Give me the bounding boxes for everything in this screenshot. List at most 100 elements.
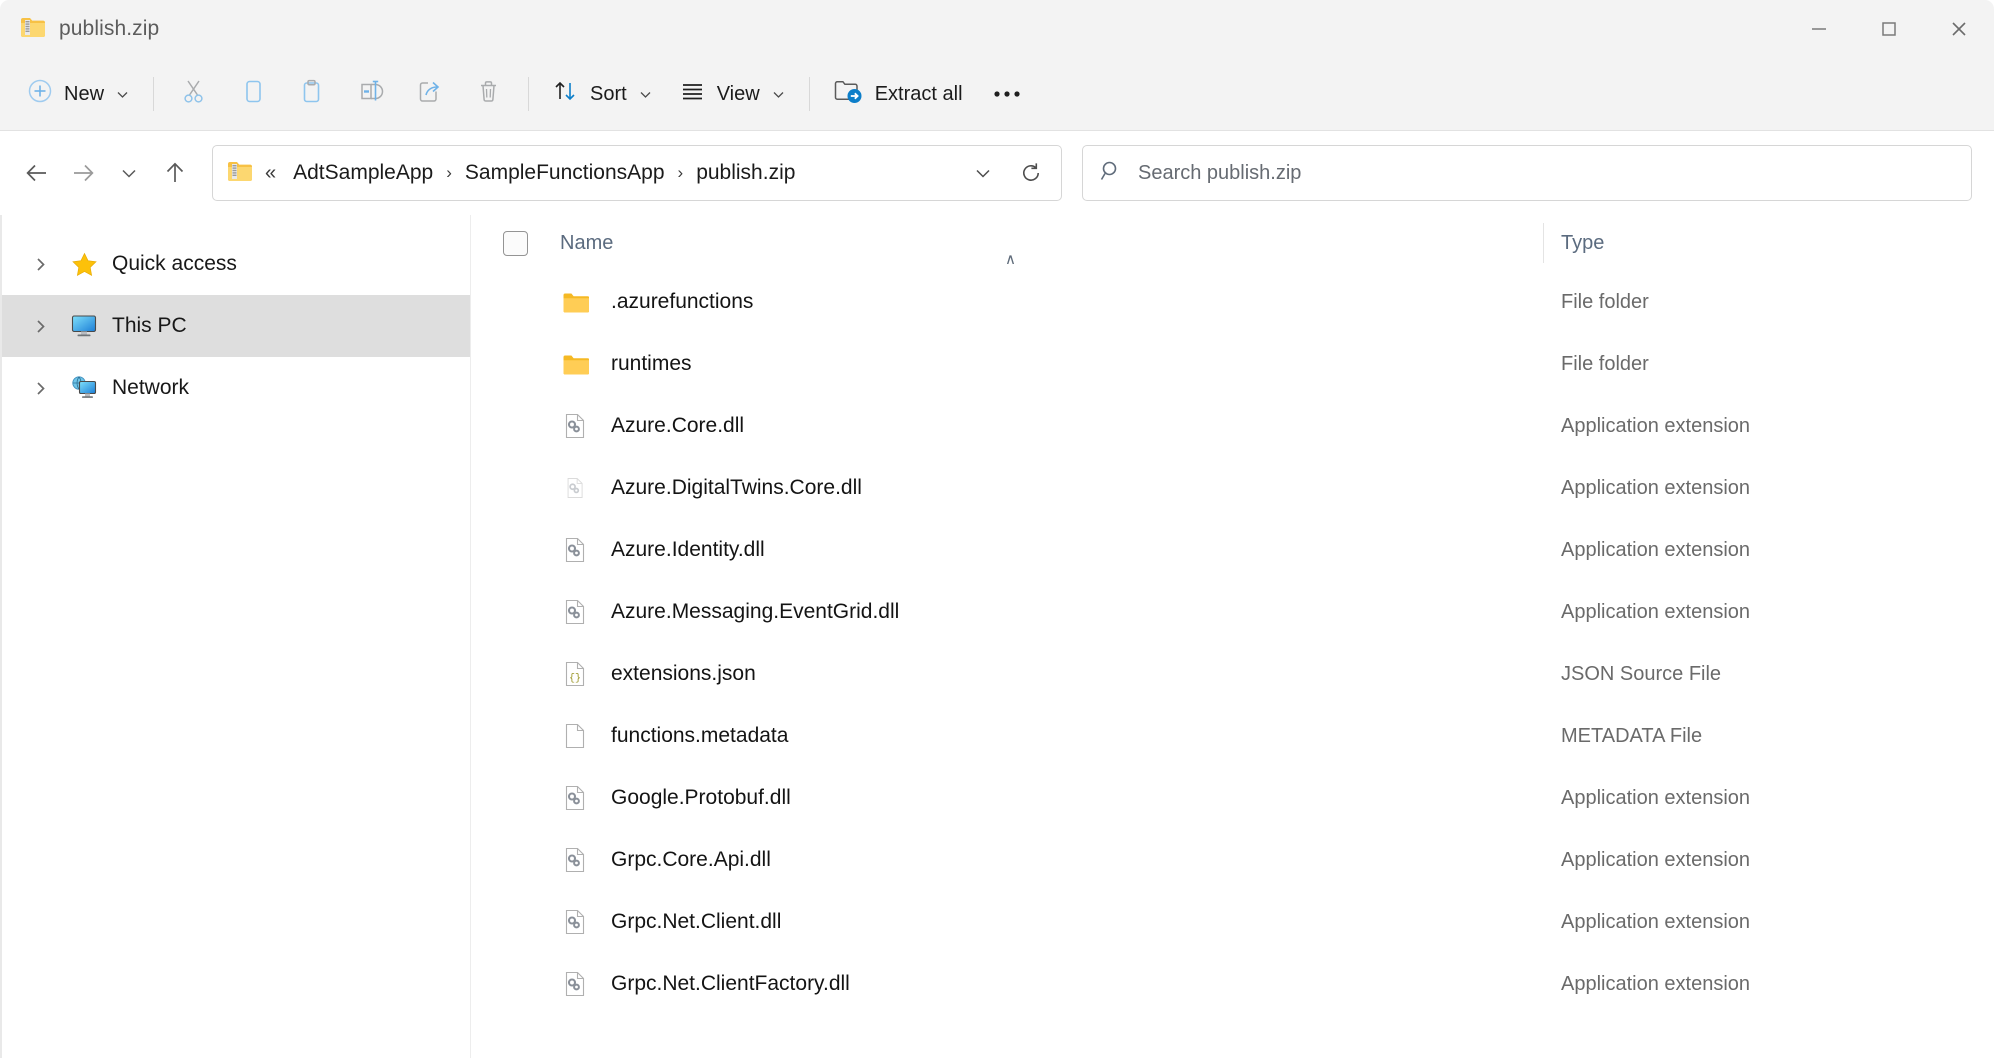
cut-button[interactable] <box>164 70 223 118</box>
file-type: Application extension <box>1544 415 1994 438</box>
zipped-folder-icon <box>227 160 253 187</box>
column-header-type[interactable]: Type <box>1544 232 1994 255</box>
dll-icon <box>553 477 597 499</box>
chevron-right-icon[interactable] <box>18 256 62 273</box>
chevron-down-icon <box>638 87 653 102</box>
new-button[interactable]: New <box>14 70 143 118</box>
table-row[interactable]: Google.Protobuf.dll Application extensio… <box>471 767 1994 829</box>
sidebar-item-label: Quick access <box>112 252 237 276</box>
table-row[interactable]: Azure.DigitalTwins.Core.dll Application … <box>471 457 1994 519</box>
dll-icon <box>553 599 597 625</box>
new-button-label: New <box>64 83 104 106</box>
file-type: File folder <box>1544 353 1994 376</box>
breadcrumb-separator[interactable]: › <box>672 163 690 183</box>
toolbar-divider-3 <box>809 77 810 111</box>
dll-icon <box>553 971 597 997</box>
sidebar-item-network[interactable]: Network <box>0 357 470 419</box>
svg-text:{}: {} <box>568 673 580 685</box>
file-type: METADATA File <box>1544 725 1994 748</box>
dll-icon <box>553 785 597 811</box>
sidebar-item-this-pc[interactable]: This PC <box>0 295 470 357</box>
minimize-button[interactable] <box>1784 0 1854 58</box>
table-row[interactable]: {} extensions.json JSON Source File <box>471 643 1994 705</box>
table-row[interactable]: functions.metadata METADATA File <box>471 705 1994 767</box>
select-all-checkbox[interactable] <box>493 231 545 256</box>
refresh-button[interactable] <box>1007 149 1055 197</box>
close-button[interactable] <box>1924 0 1994 58</box>
sidebar-item-quick-access[interactable]: Quick access <box>0 233 470 295</box>
breadcrumb-item-1[interactable]: SampleFunctionsApp <box>458 156 672 190</box>
file-name: Google.Protobuf.dll <box>597 786 1543 810</box>
sort-button[interactable]: Sort <box>539 70 666 118</box>
file-rows: .azurefunctions File folder runtimes Fil… <box>470 271 1994 1058</box>
chevron-right-icon[interactable] <box>18 318 62 335</box>
sort-indicator: ∧ <box>1005 250 1016 268</box>
table-row[interactable]: Grpc.Net.ClientFactory.dll Application e… <box>471 953 1994 1015</box>
chevron-down-icon <box>771 87 786 102</box>
copy-button[interactable] <box>223 70 282 118</box>
window-title: publish.zip <box>59 17 159 41</box>
navigation-pane: Quick access This PC <box>0 215 470 1058</box>
breadcrumb-separator[interactable]: › <box>440 163 458 183</box>
file-type: Application extension <box>1544 601 1994 624</box>
delete-button[interactable] <box>459 70 518 118</box>
breadcrumb-item-0[interactable]: AdtSampleApp <box>286 156 440 190</box>
rename-icon <box>357 78 384 111</box>
title-bar: publish.zip <box>0 0 1994 58</box>
breadcrumb-bar[interactable]: « AdtSampleApp › SampleFunctionsApp › pu… <box>212 145 1062 201</box>
file-type: Application extension <box>1544 477 1994 500</box>
table-row[interactable]: Grpc.Core.Api.dll Application extension <box>471 829 1994 891</box>
forward-button[interactable] <box>60 150 106 196</box>
sort-icon <box>552 78 579 111</box>
folder-icon <box>553 291 597 314</box>
table-row[interactable]: Azure.Identity.dll Application extension <box>471 519 1994 581</box>
table-row[interactable]: .azurefunctions File folder <box>471 271 1994 333</box>
breadcrumb-overflow[interactable]: « <box>253 162 286 185</box>
breadcrumb-item-2[interactable]: publish.zip <box>689 156 802 190</box>
dll-icon <box>553 413 597 439</box>
chevron-right-icon[interactable] <box>18 380 62 397</box>
search-icon <box>1099 159 1123 188</box>
folder-icon <box>553 353 597 376</box>
view-button[interactable]: View <box>666 70 799 118</box>
share-button[interactable] <box>400 70 459 118</box>
paste-icon <box>298 78 325 111</box>
table-row[interactable]: Azure.Messaging.EventGrid.dll Applicatio… <box>471 581 1994 643</box>
blank-file-icon <box>553 723 597 749</box>
breadcrumb: « AdtSampleApp › SampleFunctionsApp › pu… <box>253 156 959 190</box>
maximize-button[interactable] <box>1854 0 1924 58</box>
title-bar-left: publish.zip <box>0 16 159 43</box>
checkbox-box <box>503 231 528 256</box>
file-type: JSON Source File <box>1544 663 1994 686</box>
sort-button-label: Sort <box>590 83 627 106</box>
search-input[interactable]: Search publish.zip <box>1082 145 1972 201</box>
paste-button[interactable] <box>282 70 341 118</box>
plus-circle-icon <box>27 78 53 110</box>
table-row[interactable]: runtimes File folder <box>471 333 1994 395</box>
extract-all-button[interactable]: Extract all <box>820 70 976 118</box>
file-name: Azure.Core.dll <box>597 414 1543 438</box>
previous-locations-button[interactable] <box>959 149 1007 197</box>
recent-locations-button[interactable] <box>106 150 152 196</box>
file-type: Application extension <box>1544 911 1994 934</box>
table-row[interactable]: Azure.Core.dll Application extension <box>471 395 1994 457</box>
sidebar-item-label: Network <box>112 376 189 400</box>
back-button[interactable] <box>14 150 60 196</box>
file-name: Grpc.Net.Client.dll <box>597 910 1543 934</box>
toolbar-divider <box>153 77 154 111</box>
column-header-name[interactable]: Name <box>545 232 1543 255</box>
dll-icon <box>553 847 597 873</box>
zipped-folder-icon <box>20 16 46 43</box>
file-list-pane: Name Type .azurefunctions File folder <box>470 215 1994 1058</box>
file-type: File folder <box>1544 291 1994 314</box>
column-headers: Name Type <box>470 215 1994 271</box>
ellipsis-icon <box>992 83 1022 106</box>
scissors-icon <box>180 78 207 111</box>
see-more-button[interactable] <box>976 70 1038 118</box>
table-row[interactable]: Grpc.Net.Client.dll Application extensio… <box>471 891 1994 953</box>
address-bar: « AdtSampleApp › SampleFunctionsApp › pu… <box>0 131 1994 215</box>
file-name: Grpc.Net.ClientFactory.dll <box>597 972 1543 996</box>
up-button[interactable] <box>152 150 198 196</box>
network-icon <box>62 375 106 401</box>
rename-button[interactable] <box>341 70 400 118</box>
